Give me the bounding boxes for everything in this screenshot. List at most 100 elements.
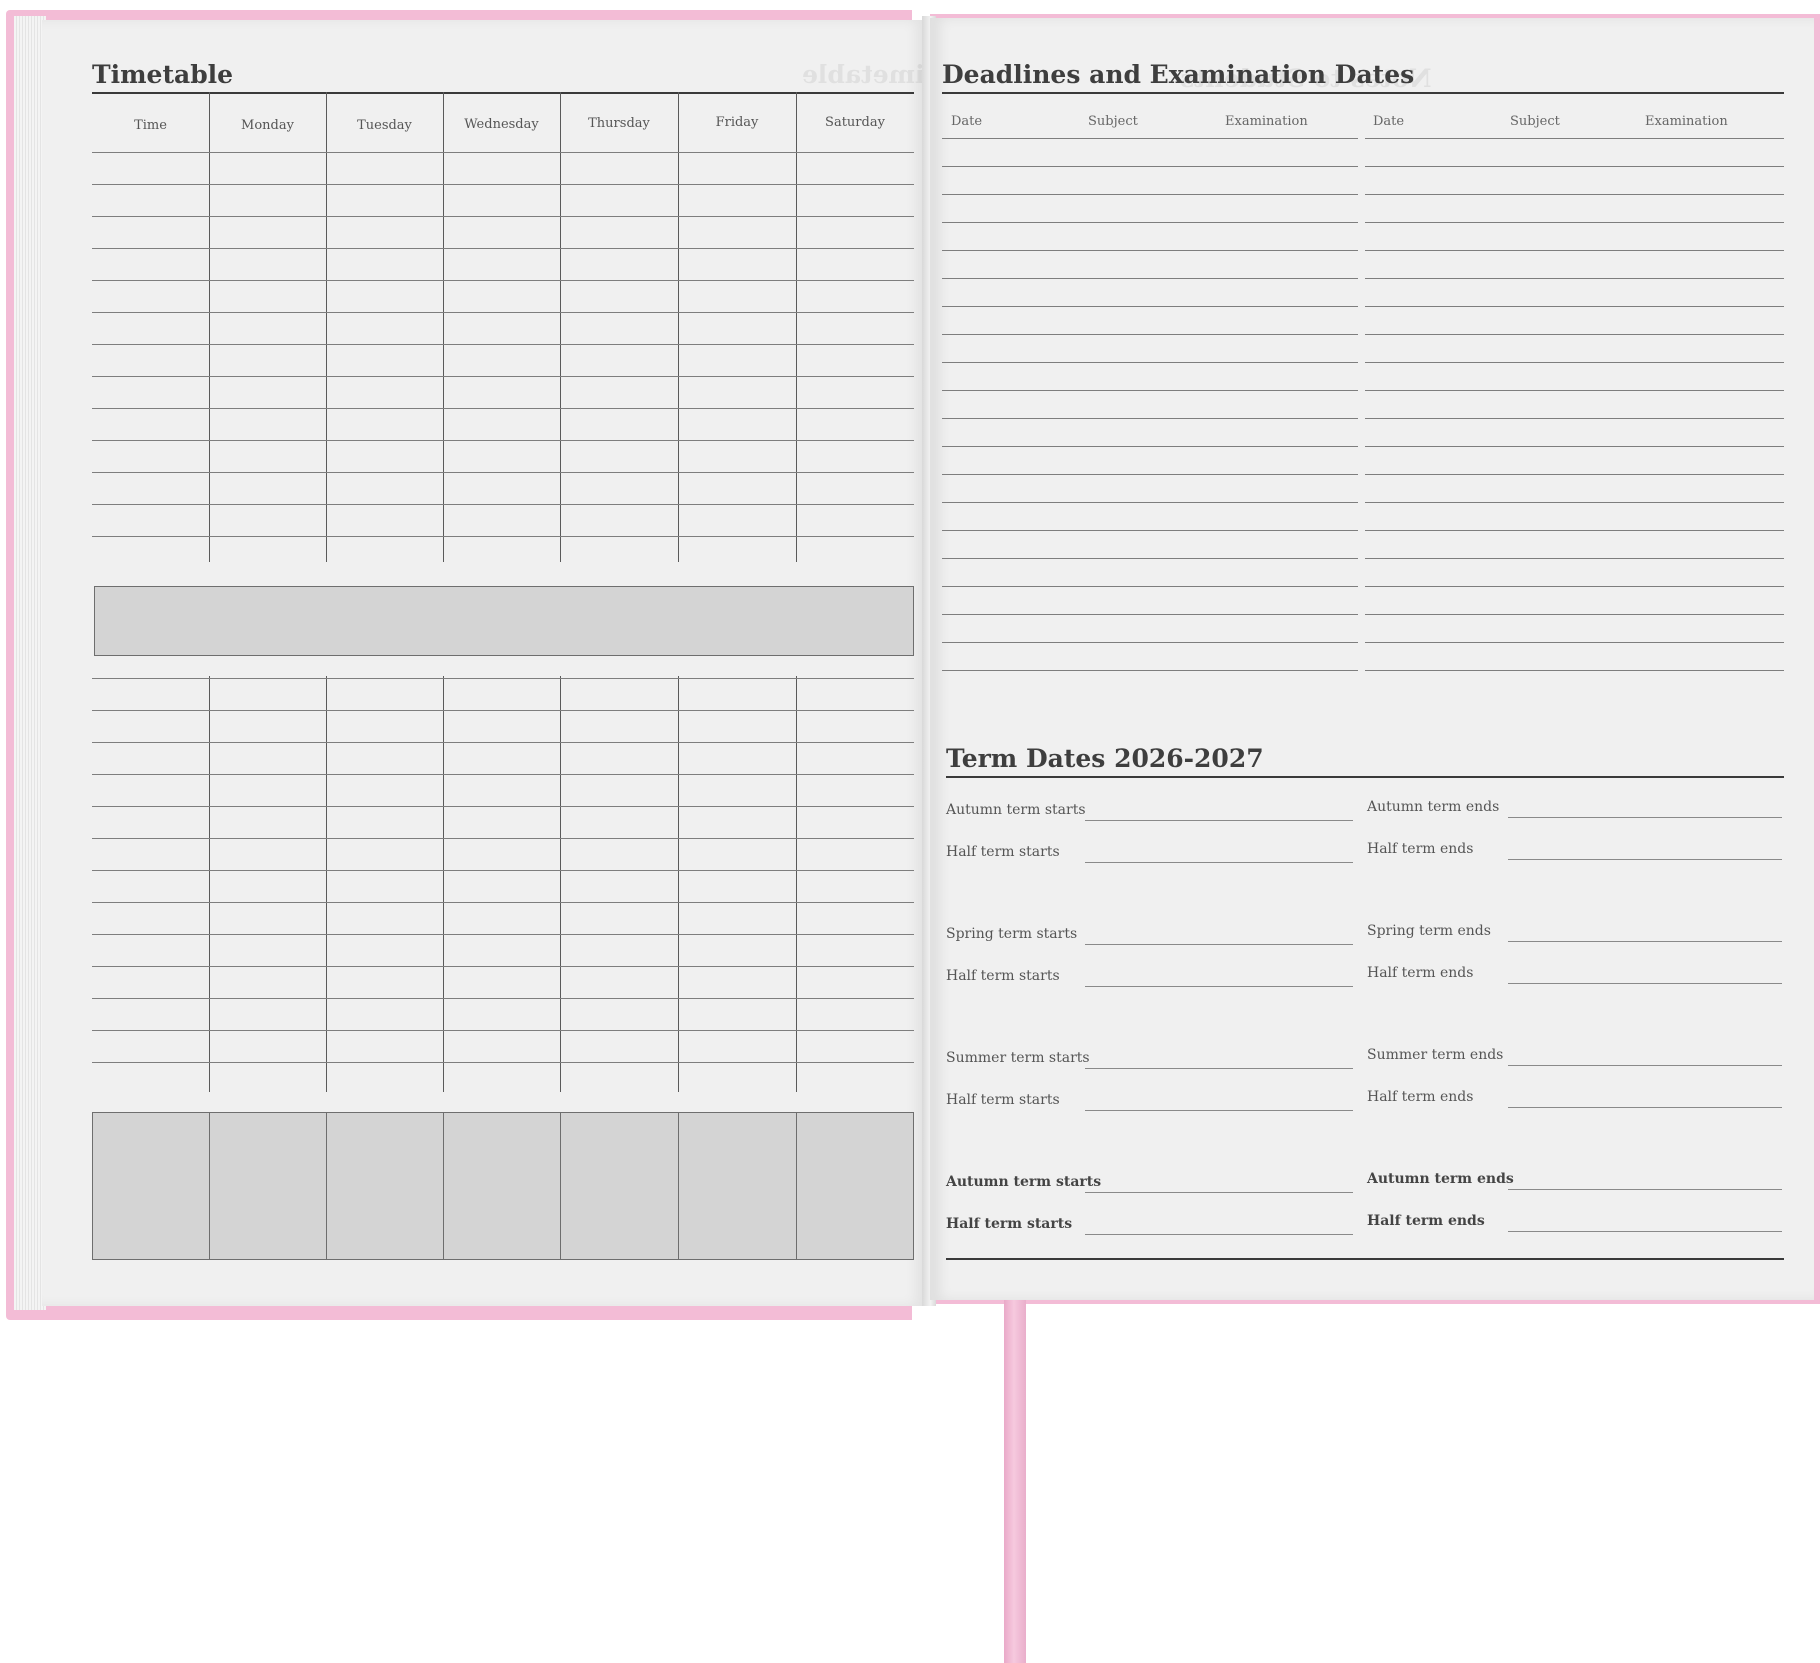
term-label: Summer term starts <box>946 1050 1090 1066</box>
deadline-line <box>1365 614 1784 615</box>
header-subject-2: Subject <box>1510 114 1560 129</box>
term-label: Spring term ends <box>1367 923 1491 939</box>
grid-row-line <box>92 1030 914 1031</box>
term-label: Half term ends <box>1367 841 1474 857</box>
deadline-line <box>1365 138 1784 139</box>
deadlines-title: Deadlines and Examination Dates <box>942 60 1415 89</box>
grid-row-line <box>92 280 914 281</box>
deadline-line <box>1365 474 1784 475</box>
term-write-line <box>1085 862 1353 863</box>
bookmark-ribbon <box>1004 1300 1026 1663</box>
term-label: Spring term starts <box>946 926 1078 942</box>
grid-row-line <box>92 902 914 903</box>
deadline-line <box>942 362 1358 363</box>
grid-row-line <box>92 440 914 441</box>
deadline-line <box>1365 222 1784 223</box>
deadline-line <box>1365 670 1784 671</box>
deadline-line <box>942 194 1358 195</box>
term-dates-title: Term Dates 2026-2027 <box>946 744 1264 773</box>
grid-row-line <box>92 998 914 999</box>
grid-row-line <box>92 408 914 409</box>
term-write-line <box>1085 1192 1353 1193</box>
grid-column-line <box>209 92 210 562</box>
term-label: Half term ends <box>1367 965 1474 981</box>
deadline-line <box>942 670 1358 671</box>
term-label: Autumn term ends <box>1367 1171 1514 1187</box>
deadlines-rule <box>942 92 1784 94</box>
grid-row-line <box>92 344 914 345</box>
term-write-line <box>1085 1234 1353 1235</box>
deadline-line <box>1365 250 1784 251</box>
term-write-line <box>1508 817 1782 818</box>
term-write-line <box>1508 1065 1782 1066</box>
deadline-line <box>942 278 1358 279</box>
deadline-line <box>942 334 1358 335</box>
shaded-cell-divider <box>796 1112 797 1260</box>
term-write-line <box>1085 1110 1353 1111</box>
grid-row-line <box>92 216 914 217</box>
grid-row-line <box>92 504 914 505</box>
deadline-line <box>1365 306 1784 307</box>
term-label: Half term starts <box>946 1216 1073 1232</box>
term-write-line <box>1085 820 1353 821</box>
shaded-cell-divider <box>326 1112 327 1260</box>
term-write-line <box>1508 1189 1782 1190</box>
grid-row-line <box>92 710 914 711</box>
header-monday: Monday <box>241 118 294 133</box>
deadline-line <box>1365 194 1784 195</box>
left-page: Timetable Timetable Time Monday Tuesday … <box>42 20 943 1306</box>
deadline-line <box>942 222 1358 223</box>
header-wednesday: Wednesday <box>464 117 539 132</box>
term-write-line <box>1085 944 1353 945</box>
grid-row-line <box>92 152 914 153</box>
term-label: Half term starts <box>946 1092 1060 1108</box>
deadline-line <box>1365 166 1784 167</box>
header-subject-1: Subject <box>1088 114 1138 129</box>
deadline-line <box>942 166 1358 167</box>
grid-row-line <box>92 678 914 679</box>
shaded-row-frame <box>92 1112 914 1260</box>
term-label: Autumn term ends <box>1367 799 1500 815</box>
shaded-cell-divider <box>560 1112 561 1260</box>
term-write-line <box>1508 941 1782 942</box>
break-shaded-band <box>94 586 914 656</box>
deadline-line <box>942 446 1358 447</box>
deadline-line <box>1365 642 1784 643</box>
deadline-line <box>1365 390 1784 391</box>
deadline-line <box>1365 502 1784 503</box>
deadline-line <box>942 586 1358 587</box>
shaded-cell-divider <box>678 1112 679 1260</box>
deadline-line <box>1365 446 1784 447</box>
header-tuesday: Tuesday <box>357 118 412 133</box>
deadline-line <box>942 390 1358 391</box>
grid-row-line <box>92 870 914 871</box>
deadline-line <box>942 502 1358 503</box>
term-write-line <box>1085 1068 1353 1069</box>
shaded-cell-divider <box>209 1112 210 1260</box>
deadline-line <box>942 642 1358 643</box>
shaded-cell-divider <box>443 1112 444 1260</box>
term-write-line <box>1508 1231 1782 1232</box>
grid-row-line <box>92 312 914 313</box>
header-saturday: Saturday <box>825 115 885 130</box>
page-bottom-rule <box>946 1258 1784 1260</box>
deadline-line <box>942 250 1358 251</box>
header-time: Time <box>134 118 167 133</box>
header-date-1: Date <box>951 114 983 129</box>
grid-column-line <box>443 92 444 562</box>
term-label: Half term ends <box>1367 1089 1474 1105</box>
grid-row-line <box>92 806 914 807</box>
deadline-line <box>942 418 1358 419</box>
term-write-line <box>1085 986 1353 987</box>
term-write-line <box>1508 983 1782 984</box>
deadline-line <box>1365 586 1784 587</box>
term-dates-rule <box>946 776 1784 778</box>
deadline-line <box>1365 334 1784 335</box>
deadline-line <box>1365 530 1784 531</box>
grid-column-line <box>326 92 327 562</box>
grid-row-line <box>92 934 914 935</box>
grid-row-line <box>92 838 914 839</box>
grid-row-line <box>92 774 914 775</box>
term-write-line <box>1508 859 1782 860</box>
header-examination-2: Examination <box>1645 114 1728 129</box>
